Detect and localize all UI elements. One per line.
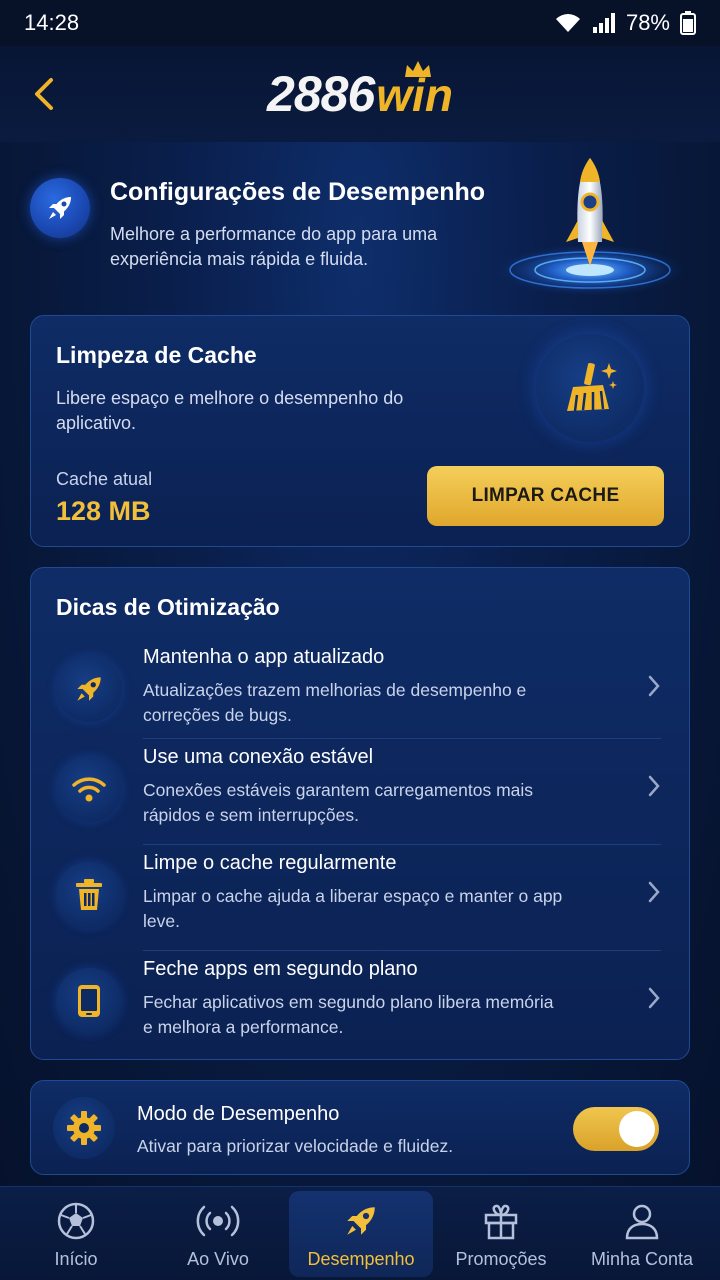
chevron-left-icon	[35, 78, 53, 110]
rocket-illustration-icon	[495, 158, 685, 296]
status-bar: 14:28 78%	[0, 0, 720, 46]
clear-cache-button[interactable]: LIMPAR CACHE	[427, 466, 664, 526]
hero-section: Configurações de Desempenho Melhore a pe…	[0, 142, 720, 312]
broom-badge	[536, 334, 644, 442]
nav-item-promocoes[interactable]: Promoções	[429, 1187, 573, 1280]
chevron-right-icon	[648, 987, 660, 1009]
performance-mode-toggle[interactable]	[573, 1107, 659, 1151]
battery-icon	[680, 11, 696, 35]
mode-title: Modo de Desempenho	[137, 1103, 340, 1125]
nav-item-minha-conta[interactable]: Minha Conta	[570, 1187, 714, 1280]
tip-clear-cache-regularly[interactable]: Limpe o cache regularmente Limpar o cach…	[31, 844, 689, 950]
live-broadcast-icon	[196, 1205, 240, 1237]
tip-icon-badge	[56, 968, 122, 1034]
nav-label: Minha Conta	[590, 1249, 694, 1269]
gift-icon	[484, 1204, 518, 1240]
performance-settings-screen: 14:28 78% 2886 win Configurações de Dese…	[0, 0, 720, 1280]
tip-stable-connection[interactable]: Use uma conexão estável Conexões estávei…	[31, 738, 689, 844]
nav-item-inicio[interactable]: Início	[4, 1187, 148, 1280]
wifi-status-icon	[555, 14, 580, 32]
nav-label: Promoções	[455, 1249, 547, 1269]
cache-current-label: Cache atual	[56, 469, 153, 489]
gear-icon	[67, 1111, 101, 1145]
tip-icon-badge	[56, 656, 122, 722]
app-header: 2886 win	[0, 46, 720, 142]
nav-item-ao-vivo[interactable]: Ao Vivo	[146, 1187, 290, 1280]
app-logo: 2886 win	[267, 61, 453, 123]
phone-icon	[78, 985, 100, 1017]
divider	[143, 738, 661, 739]
soccer-ball-icon	[57, 1202, 95, 1240]
logo-number: 2886	[267, 66, 375, 122]
trash-icon	[76, 879, 102, 910]
signal-icon	[592, 13, 615, 33]
back-button[interactable]	[28, 76, 60, 112]
toggle-knob	[619, 1111, 655, 1147]
optimization-tips-card: Dicas de Otimização Mantenha o app atual…	[30, 567, 690, 1060]
page-subtitle: Melhore a performance do app para uma ex…	[110, 224, 438, 269]
mode-icon-badge	[53, 1097, 115, 1159]
nav-label: Ao Vivo	[187, 1249, 249, 1269]
tip-icon-badge	[56, 862, 122, 928]
tip-title: Mantenha o app atualizado	[143, 646, 385, 668]
cache-description: Libere espaço e melhore o desempenho do …	[56, 388, 404, 433]
tip-description: Fechar aplicativos em segundo plano libe…	[143, 992, 554, 1037]
wifi-icon	[72, 777, 106, 802]
divider	[143, 844, 661, 845]
nav-label: Desempenho	[307, 1249, 415, 1269]
page-title: Configurações de Desempenho	[110, 178, 486, 206]
status-icons: 78%	[554, 10, 696, 36]
chevron-right-icon	[648, 775, 660, 797]
chevron-right-icon	[648, 881, 660, 903]
tip-title: Feche apps em segundo plano	[143, 958, 418, 980]
chevron-right-icon	[648, 675, 660, 697]
rocket-icon	[49, 197, 71, 219]
nav-item-desempenho[interactable]: Desempenho	[289, 1191, 433, 1277]
tip-icon-badge	[56, 756, 122, 822]
cache-current-value: 128 MB	[56, 496, 151, 526]
bottom-navigation: Início Ao Vivo Desempenho Promoções Minh…	[0, 1186, 720, 1280]
tip-update-app[interactable]: Mantenha o app atualizado Atualizações t…	[31, 638, 689, 744]
tip-description: Conexões estáveis garantem carregamentos…	[143, 780, 534, 825]
tip-title: Limpe o cache regularmente	[143, 852, 397, 874]
rocket-icon	[77, 677, 101, 701]
status-time: 14:28	[24, 10, 80, 35]
cache-cleaning-card: Limpeza de Cache Libere espaço e melhore…	[30, 315, 690, 547]
nav-label: Início	[54, 1249, 98, 1269]
tips-title: Dicas de Otimização	[56, 594, 280, 620]
mode-description: Ativar para priorizar velocidade e fluid…	[137, 1136, 454, 1156]
cache-title: Limpeza de Cache	[56, 342, 257, 368]
performance-mode-card: Modo de Desempenho Ativar para priorizar…	[30, 1080, 690, 1175]
battery-percent: 78%	[625, 10, 670, 35]
tip-description: Limpar o cache ajuda a liberar espaço e …	[143, 886, 563, 931]
tip-description: Atualizações trazem melhorias de desempe…	[143, 680, 527, 725]
divider	[143, 950, 661, 951]
rocket-icon	[347, 1207, 375, 1235]
broom-icon	[567, 362, 617, 412]
tip-close-background-apps[interactable]: Feche apps em segundo plano Fechar aplic…	[31, 950, 689, 1056]
user-icon	[625, 1204, 659, 1240]
tip-title: Use uma conexão estável	[143, 746, 374, 768]
crown-icon	[404, 61, 431, 77]
hero-rocket-badge	[30, 178, 90, 238]
